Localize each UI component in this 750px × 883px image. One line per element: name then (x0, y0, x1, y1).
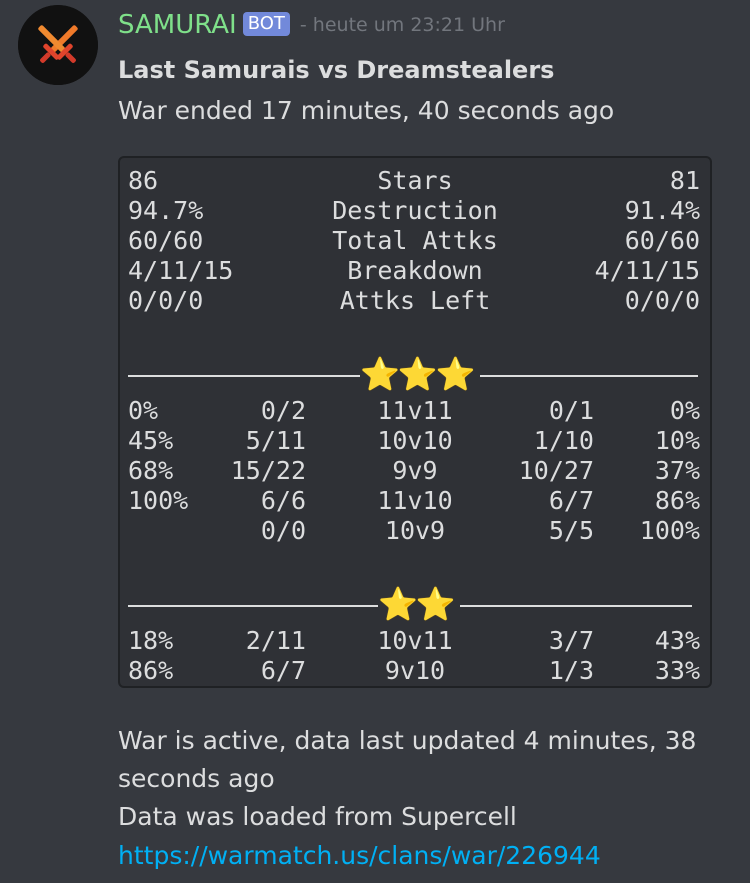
two-star-right-pct-0: 43% (654, 626, 700, 655)
three-star-right-ratio-1: 1/10 (533, 426, 594, 455)
divider-line (128, 605, 378, 607)
three-star-left-pct-2: 68% (128, 456, 174, 485)
summary-label-2: Total Attks (332, 226, 498, 255)
two-star-icons: ⭐⭐ (378, 585, 456, 623)
message-subtitle: War ended 17 minutes, 40 seconds ago (118, 96, 615, 125)
two-star-match-1: 9v10 (384, 656, 446, 685)
three-star-right-pct-1: 10% (654, 426, 700, 455)
three-star-left-ratio-0: 0/2 (260, 396, 306, 425)
three-star-match-0: 11v11 (377, 396, 453, 425)
three-star-match-2: 9v9 (392, 456, 438, 485)
three-star-left-ratio-3: 6/6 (260, 486, 306, 515)
bot-badge: BOT (242, 12, 290, 36)
three-star-right-pct-3: 86% (654, 486, 700, 515)
avatar[interactable] (18, 5, 98, 85)
status-line-continued: seconds ago (118, 764, 275, 793)
divider-line (480, 375, 698, 377)
status-line: War is active, data last updated 4 minut… (118, 726, 697, 755)
source-line: Data was loaded from Supercell (118, 802, 517, 831)
summary-right-1: 91.4% (624, 196, 700, 225)
summary-right-4: 0/0/0 (624, 286, 700, 315)
two-star-right-ratio-1: 1/3 (548, 656, 594, 685)
three-star-right-pct-4: 100% (639, 516, 700, 545)
summary-right-0: 81 (669, 166, 700, 195)
three-star-left-pct-3: 100% (128, 486, 189, 515)
message-header: SAMURAI BOT - heute um 23:21 Uhr (118, 10, 505, 46)
message-title: Last Samurais vs Dreamstealers (118, 56, 555, 84)
three-star-left-ratio-1: 5/11 (245, 426, 306, 455)
three-star-left-ratio-4: 0/0 (260, 516, 306, 545)
three-star-left-ratio-2: 15/22 (230, 456, 306, 485)
warmatch-link[interactable]: https://warmatch.us/clans/war/226944 (118, 841, 601, 870)
summary-label-3: Breakdown (347, 256, 483, 285)
summary-right-2: 60/60 (624, 226, 700, 255)
divider-line (460, 605, 692, 607)
summary-left-2: 60/60 (128, 226, 204, 255)
three-star-right-pct-0: 0% (669, 396, 700, 425)
divider-line (128, 375, 360, 377)
summary-label-4: Attks Left (339, 286, 491, 315)
three-star-right-ratio-2: 10/27 (518, 456, 594, 485)
warmatch-link-line: https://warmatch.us/clans/war/226944 (118, 841, 601, 870)
summary-left-4: 0/0/0 (128, 286, 204, 315)
summary-right-3: 4/11/15 (594, 256, 700, 285)
summary-label-0: Stars (377, 166, 453, 195)
summary-left-3: 4/11/15 (128, 256, 234, 285)
three-star-right-pct-2: 37% (654, 456, 700, 485)
two-star-left-pct-1: 86% (128, 656, 174, 685)
two-star-left-ratio-0: 2/11 (245, 626, 306, 655)
two-star-match-0: 10v11 (377, 626, 453, 655)
summary-left-0: 86 (128, 166, 159, 195)
three-star-left-pct-1: 45% (128, 426, 174, 455)
three-star-right-ratio-3: 6/7 (548, 486, 594, 515)
two-star-right-ratio-0: 3/7 (548, 626, 594, 655)
username[interactable]: SAMURAI (118, 10, 237, 40)
two-star-right-pct-1: 33% (654, 656, 700, 685)
three-star-left-pct-0: 0% (128, 396, 159, 425)
summary-left-1: 94.7% (128, 196, 204, 225)
three-star-icons: ⭐⭐⭐ (360, 355, 476, 393)
three-star-right-ratio-4: 5/5 (548, 516, 594, 545)
three-star-right-ratio-0: 0/1 (548, 396, 594, 425)
summary-label-1: Destruction (332, 196, 498, 225)
three-star-match-3: 11v10 (377, 486, 453, 515)
code-block: 86 Stars 81 94.7% Destruction 91.4% 60/6… (118, 156, 712, 688)
two-star-left-ratio-1: 6/7 (260, 656, 306, 685)
timestamp: - heute um 23:21 Uhr (299, 14, 505, 36)
crossed-swords-icon (18, 5, 98, 85)
three-star-match-1: 10v10 (377, 426, 453, 455)
three-star-match-4: 10v9 (384, 516, 446, 545)
two-star-left-pct-0: 18% (128, 626, 174, 655)
